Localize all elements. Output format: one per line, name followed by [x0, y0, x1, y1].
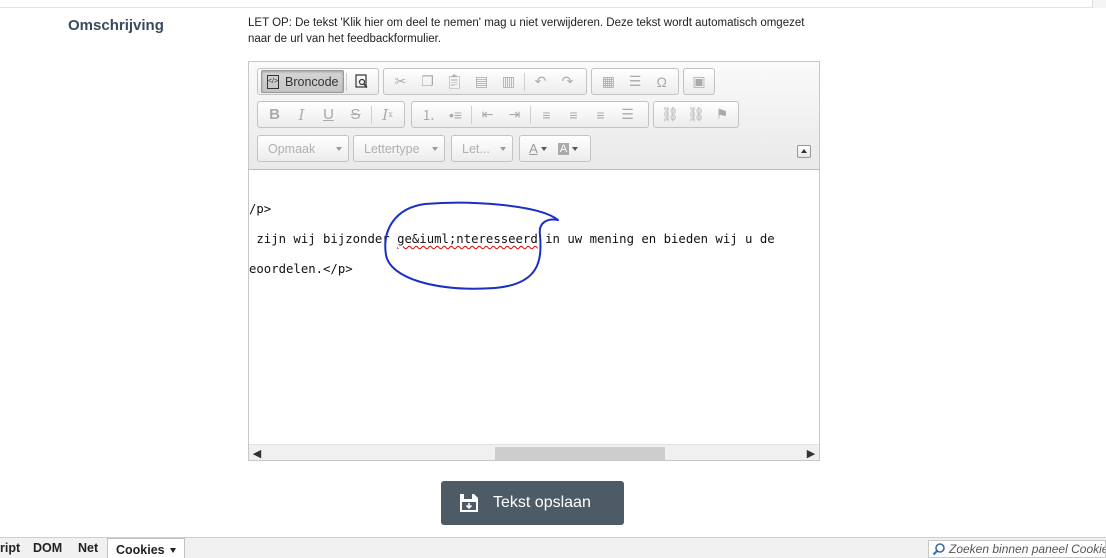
scrollbar-thumb[interactable] — [495, 447, 665, 460]
background-color-button[interactable]: A — [553, 138, 583, 159]
source-line-2-start: zijn wij bijzonder — [249, 232, 398, 246]
unlink-icon[interactable]: ⛓ — [683, 104, 709, 125]
preview-icon[interactable] — [349, 71, 375, 92]
font-combo[interactable]: Lettertype — [353, 135, 445, 162]
chevron-down-icon — [500, 147, 506, 151]
anchor-flag-icon[interactable]: ⚑ — [709, 104, 735, 125]
paste-word-icon[interactable]: ▥ — [495, 71, 522, 92]
toolbar-separator — [345, 72, 347, 91]
size-combo-label: Let... — [462, 141, 490, 156]
toolbar-group-links: ⛓ ⛓ ⚑ — [653, 101, 739, 128]
underline-icon[interactable]: U — [315, 104, 342, 125]
toolbar-group-paragraph: ⒈ •≡ ⇤ ⇥ ≡ ≡ ≡ ☰ — [411, 101, 649, 128]
horizontal-line-icon[interactable]: ☰ — [622, 71, 649, 92]
chevron-down-icon — [169, 548, 176, 554]
background-color-icon: A — [557, 142, 570, 155]
toolbar-group-basicstyles: B I U S Ix — [257, 101, 405, 128]
toolbar-group-colors: A A — [519, 135, 591, 162]
devtools-panel-bar: ript DOM Net Cookies Zoeken binnen panee… — [0, 537, 1106, 558]
horizontal-scrollbar[interactable]: ◀ ▶ — [249, 444, 819, 460]
source-code-area[interactable]: /p> zijn wij bijzonder ge&iuml;nteressee… — [249, 170, 819, 444]
undo-icon[interactable]: ↶ — [527, 71, 554, 92]
copy-icon[interactable]: ❐ — [414, 71, 441, 92]
text-color-icon: A — [529, 141, 538, 156]
align-right-icon[interactable]: ≡ — [587, 104, 614, 125]
paste-text-icon[interactable]: ▤ — [468, 71, 495, 92]
save-text-button-label: Tekst opslaan — [493, 494, 591, 511]
panel-search-placeholder: Zoeken binnen paneel Cookies — [949, 542, 1106, 556]
search-icon — [932, 543, 945, 556]
align-left-icon[interactable]: ≡ — [533, 104, 560, 125]
source-icon: </> — [267, 74, 279, 89]
image-icon[interactable]: ▣ — [687, 71, 711, 92]
table-icon[interactable]: ▦ — [595, 71, 622, 92]
source-button-label: Broncode — [285, 74, 339, 89]
top-divider — [0, 0, 1106, 8]
special-char-icon[interactable]: Ω — [648, 71, 675, 92]
scroll-right-icon[interactable]: ▶ — [803, 445, 819, 461]
top-right-stub — [1092, 0, 1106, 8]
tab-dom[interactable]: DOM — [33, 541, 62, 555]
collapse-toolbar-button[interactable] — [797, 145, 811, 158]
format-combo-label: Opmaak — [268, 141, 316, 156]
toolbar-group-insert: ▦ ☰ Ω — [591, 68, 679, 95]
font-combo-label: Lettertype — [364, 141, 420, 156]
align-justify-icon[interactable]: ☰ — [614, 104, 641, 125]
save-icon — [460, 494, 478, 512]
toolbar-separator — [530, 105, 531, 124]
toolbar-group-image: ▣ — [683, 68, 715, 95]
scroll-left-icon[interactable]: ◀ — [249, 445, 265, 461]
tab-script[interactable]: ript — [0, 541, 20, 555]
field-label: Omschrijving — [68, 17, 164, 34]
toolbar-group-clipboard: ✂ ❐ 📋︎ ▤ ▥ ↶ ↷ — [383, 68, 587, 95]
source-button[interactable]: </> Broncode — [261, 70, 344, 93]
source-line-1: /p> — [249, 202, 272, 216]
remove-format-icon[interactable]: Ix — [374, 104, 401, 125]
tab-cookies[interactable]: Cookies — [107, 538, 185, 558]
instruction-note: LET OP: De tekst 'Klik hier om deel te n… — [248, 17, 805, 45]
save-text-button[interactable]: Tekst opslaan — [441, 481, 624, 525]
align-center-icon[interactable]: ≡ — [560, 104, 587, 125]
italic-icon[interactable]: I — [288, 104, 315, 125]
editor-toolbar: </> Broncode ✂ ❐ 📋︎ ▤ ▥ ↶ ↷ ▦ ☰ Ω ▣ B I … — [249, 62, 819, 170]
chevron-down-icon — [572, 146, 579, 151]
toolbar-separator — [371, 105, 372, 124]
misspelled-word: ge&iuml;nteresseerd — [397, 232, 538, 246]
rich-text-editor[interactable]: </> Broncode ✂ ❐ 📋︎ ▤ ▥ ↶ ↷ ▦ ☰ Ω ▣ B I … — [248, 61, 820, 461]
paste-icon[interactable]: 📋︎ — [441, 71, 468, 92]
text-color-button[interactable]: A — [523, 138, 553, 159]
link-icon[interactable]: ⛓ — [657, 104, 683, 125]
bold-icon[interactable]: B — [261, 104, 288, 125]
bulleted-list-icon[interactable]: •≡ — [442, 104, 469, 125]
chevron-down-icon — [540, 146, 547, 151]
panel-search-input[interactable]: Zoeken binnen paneel Cookies — [928, 540, 1106, 558]
tab-cookies-label: Cookies — [116, 543, 165, 557]
strikethrough-icon[interactable]: S — [342, 104, 369, 125]
size-combo[interactable]: Let... — [451, 135, 513, 162]
format-combo[interactable]: Opmaak — [257, 135, 349, 162]
chevron-down-icon — [336, 147, 342, 151]
outdent-icon[interactable]: ⇤ — [474, 104, 501, 125]
toolbar-separator — [471, 105, 472, 124]
redo-icon[interactable]: ↷ — [554, 71, 581, 92]
source-line-3: eoordelen.</p> — [249, 262, 353, 276]
indent-icon[interactable]: ⇥ — [501, 104, 528, 125]
source-line-2-end: in uw mening en bieden wij u de — [537, 232, 775, 246]
source-line-2: zijn wij bijzonder ge&iuml;nteresseerd i… — [249, 232, 775, 246]
toolbar-separator — [524, 72, 525, 91]
toolbar-group-document: </> Broncode — [257, 68, 379, 95]
cut-icon[interactable]: ✂ — [387, 71, 414, 92]
chevron-down-icon — [432, 147, 438, 151]
tab-net[interactable]: Net — [78, 541, 98, 555]
numbered-list-icon[interactable]: ⒈ — [415, 104, 442, 125]
